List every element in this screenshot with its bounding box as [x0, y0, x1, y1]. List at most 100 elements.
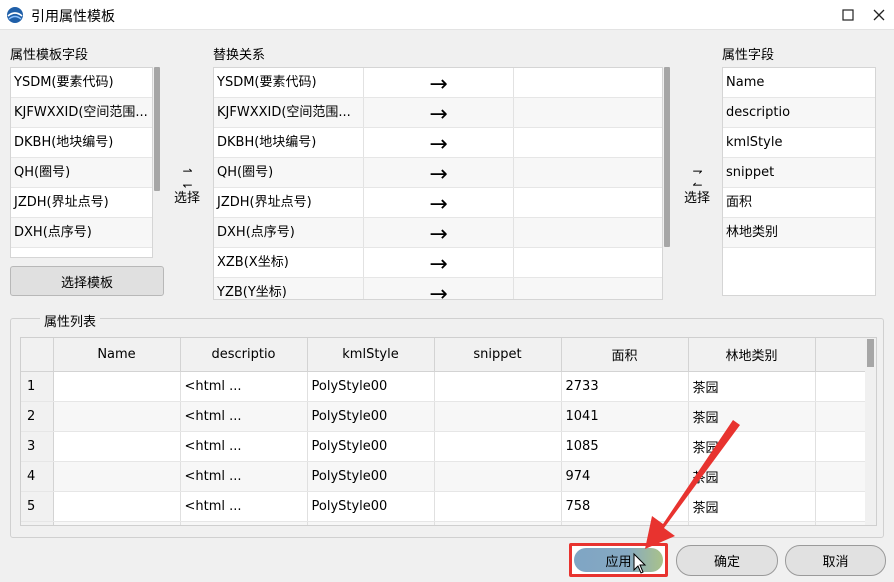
- cell-snippet[interactable]: [434, 461, 562, 492]
- cell-area[interactable]: [561, 521, 689, 525]
- list-item[interactable]: descriptio: [723, 98, 875, 128]
- list-item[interactable]: DXH(点序号): [11, 218, 152, 248]
- cell-kmlstyle[interactable]: PolyStyle00: [307, 461, 435, 492]
- cell-name[interactable]: [53, 431, 181, 462]
- cell-name[interactable]: [53, 491, 181, 522]
- cell-kmlstyle[interactable]: [307, 521, 435, 525]
- cell-forest-type[interactable]: 茶园: [688, 431, 816, 462]
- list-item[interactable]: snippet: [723, 158, 875, 188]
- table-row[interactable]: 1 <html ... PolyStyle00 2733 茶园: [21, 371, 868, 402]
- corner-header[interactable]: [21, 338, 54, 372]
- cell-area[interactable]: 974: [561, 461, 689, 492]
- close-button[interactable]: [856, 0, 894, 30]
- mapping-target[interactable]: [514, 128, 662, 157]
- cancel-button[interactable]: 取消: [785, 545, 886, 576]
- cell-name[interactable]: [53, 521, 181, 525]
- row-number[interactable]: 2: [21, 401, 54, 432]
- select-template-button[interactable]: 选择模板: [10, 266, 164, 296]
- table-row[interactable]: 4 <html ... PolyStyle00 974 茶园: [21, 461, 868, 492]
- column-header-forest-type[interactable]: 林地类别: [688, 338, 816, 372]
- cell-kmlstyle[interactable]: PolyStyle00: [307, 431, 435, 462]
- cell-name[interactable]: [53, 461, 181, 492]
- list-item[interactable]: 林地类别: [723, 218, 875, 248]
- mapping-target[interactable]: [514, 158, 662, 187]
- mapping-target[interactable]: [514, 278, 662, 299]
- cell-kmlstyle[interactable]: PolyStyle00: [307, 371, 435, 402]
- cell-snippet[interactable]: [434, 401, 562, 432]
- row-number[interactable]: 5: [21, 491, 54, 522]
- mapping-target[interactable]: [514, 248, 662, 277]
- list-item[interactable]: 面积: [723, 188, 875, 218]
- scrollbar-thumb[interactable]: [867, 339, 874, 367]
- cell-area[interactable]: 1041: [561, 401, 689, 432]
- cell-forest-type[interactable]: 茶园: [688, 491, 816, 522]
- row-number[interactable]: 4: [21, 461, 54, 492]
- list-item[interactable]: kmlStyle: [723, 128, 875, 158]
- attribute-table[interactable]: Name descriptio kmlStyle snippet 面积 林地类别…: [20, 337, 877, 526]
- list-item[interactable]: KJFWXXID(空间范围...: [11, 98, 152, 128]
- apply-button-highlight[interactable]: 应用: [569, 543, 668, 577]
- template-fields-list[interactable]: YSDM(要素代码) KJFWXXID(空间范围... DKBH(地块编号) Q…: [10, 67, 153, 258]
- list-item[interactable]: Name: [723, 68, 875, 98]
- cell-snippet[interactable]: [434, 521, 562, 525]
- row-number[interactable]: [21, 521, 54, 525]
- mapping-target[interactable]: [514, 218, 662, 247]
- cell-forest-type[interactable]: 茶园: [688, 401, 816, 432]
- list-item[interactable]: DKBH(地块编号): [11, 128, 152, 158]
- table-scrollbar[interactable]: [865, 338, 876, 525]
- list-item[interactable]: YSDM(要素代码): [11, 68, 152, 98]
- mapping-row[interactable]: JZDH(界址点号) →: [214, 188, 662, 218]
- column-header-kmlstyle[interactable]: kmlStyle: [307, 338, 435, 372]
- cell-forest-type[interactable]: 茶园: [688, 371, 816, 402]
- mapping-target[interactable]: [514, 68, 662, 97]
- template-fields-scrollbar[interactable]: [153, 67, 162, 258]
- ok-button[interactable]: 确定: [676, 545, 778, 576]
- table-row[interactable]: 5 <html ... PolyStyle00 758 茶园: [21, 491, 868, 522]
- column-header-area[interactable]: 面积: [561, 338, 689, 372]
- cell-descriptio[interactable]: <html ...: [180, 461, 308, 492]
- cell-name[interactable]: [53, 401, 181, 432]
- cell-forest-type[interactable]: 茶园: [688, 461, 816, 492]
- mapping-scrollbar[interactable]: [663, 67, 672, 300]
- scrollbar-thumb[interactable]: [154, 67, 160, 191]
- mapping-row[interactable]: DXH(点序号) →: [214, 218, 662, 248]
- cell-forest-type[interactable]: [688, 521, 816, 525]
- mapping-row[interactable]: DKBH(地块编号) →: [214, 128, 662, 158]
- row-number[interactable]: 1: [21, 371, 54, 402]
- cell-descriptio[interactable]: [180, 521, 308, 525]
- column-header-descriptio[interactable]: descriptio: [180, 338, 308, 372]
- table-row[interactable]: 3 <html ... PolyStyle00 1085 茶园: [21, 431, 868, 462]
- mapping-row[interactable]: YZB(Y坐标) →: [214, 278, 662, 299]
- mapping-row[interactable]: YSDM(要素代码) →: [214, 68, 662, 98]
- attribute-fields-list[interactable]: Name descriptio kmlStyle snippet 面积 林地类别: [722, 67, 876, 296]
- row-number[interactable]: 3: [21, 431, 54, 462]
- table-row[interactable]: [21, 521, 868, 525]
- cell-kmlstyle[interactable]: PolyStyle00: [307, 401, 435, 432]
- column-header-snippet[interactable]: snippet: [434, 338, 562, 372]
- list-item[interactable]: JZDH(界址点号): [11, 188, 152, 218]
- cell-snippet[interactable]: [434, 491, 562, 522]
- select-right-button[interactable]: ⇁ ↼ 选择: [680, 164, 714, 206]
- scrollbar-thumb[interactable]: [664, 67, 670, 247]
- cell-area[interactable]: 2733: [561, 371, 689, 402]
- mapping-target[interactable]: [514, 188, 662, 217]
- cell-snippet[interactable]: [434, 431, 562, 462]
- cell-area[interactable]: 1085: [561, 431, 689, 462]
- cell-descriptio[interactable]: <html ...: [180, 371, 308, 402]
- mapping-row[interactable]: QH(圈号) →: [214, 158, 662, 188]
- cell-descriptio[interactable]: <html ...: [180, 431, 308, 462]
- cell-descriptio[interactable]: <html ...: [180, 491, 308, 522]
- list-item[interactable]: QH(圈号): [11, 158, 152, 188]
- mapping-row[interactable]: XZB(X坐标) →: [214, 248, 662, 278]
- column-header-name[interactable]: Name: [53, 338, 181, 372]
- mapping-target[interactable]: [514, 98, 662, 127]
- apply-button[interactable]: 应用: [574, 548, 663, 572]
- select-left-button[interactable]: ⇀ ↽ 选择: [170, 164, 204, 206]
- cell-name[interactable]: [53, 371, 181, 402]
- table-row[interactable]: 2 <html ... PolyStyle00 1041 茶园: [21, 401, 868, 432]
- mapping-grid[interactable]: YSDM(要素代码) → KJFWXXID(空间范围... → DKBH(地块编号)…: [213, 67, 663, 300]
- mapping-row[interactable]: KJFWXXID(空间范围... →: [214, 98, 662, 128]
- cell-snippet[interactable]: [434, 371, 562, 402]
- cell-descriptio[interactable]: <html ...: [180, 401, 308, 432]
- cell-kmlstyle[interactable]: PolyStyle00: [307, 491, 435, 522]
